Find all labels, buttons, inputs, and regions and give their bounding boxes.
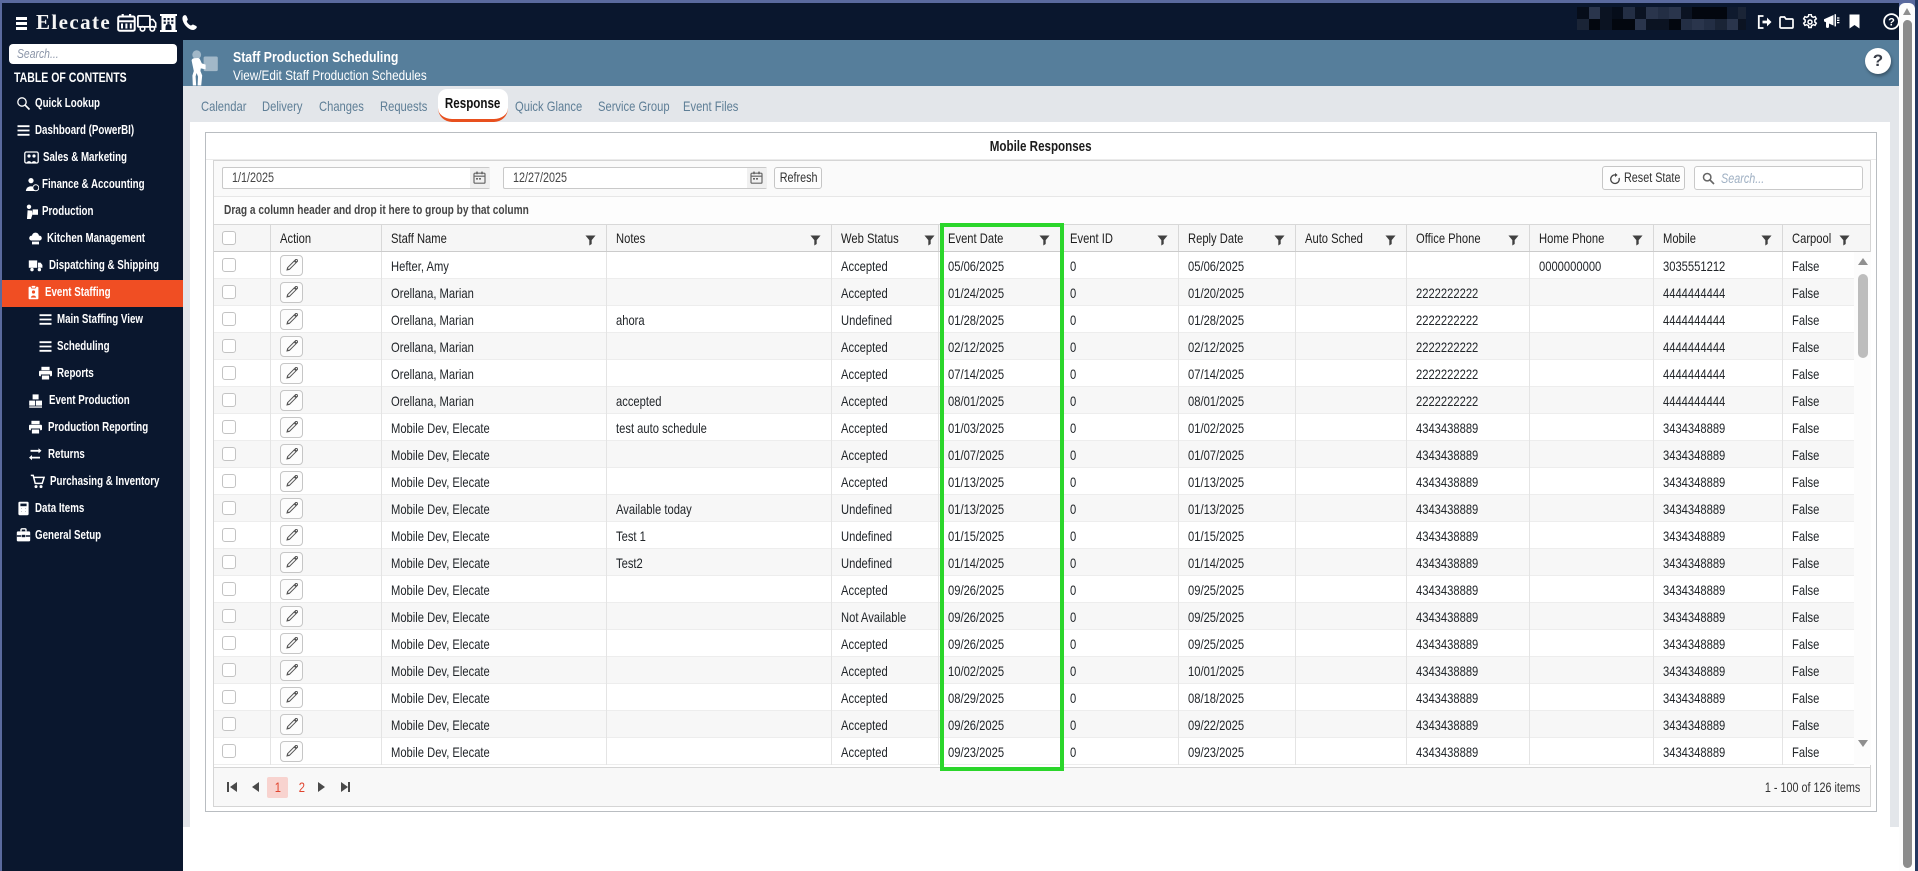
svg-text:?: ?: [1888, 16, 1895, 28]
